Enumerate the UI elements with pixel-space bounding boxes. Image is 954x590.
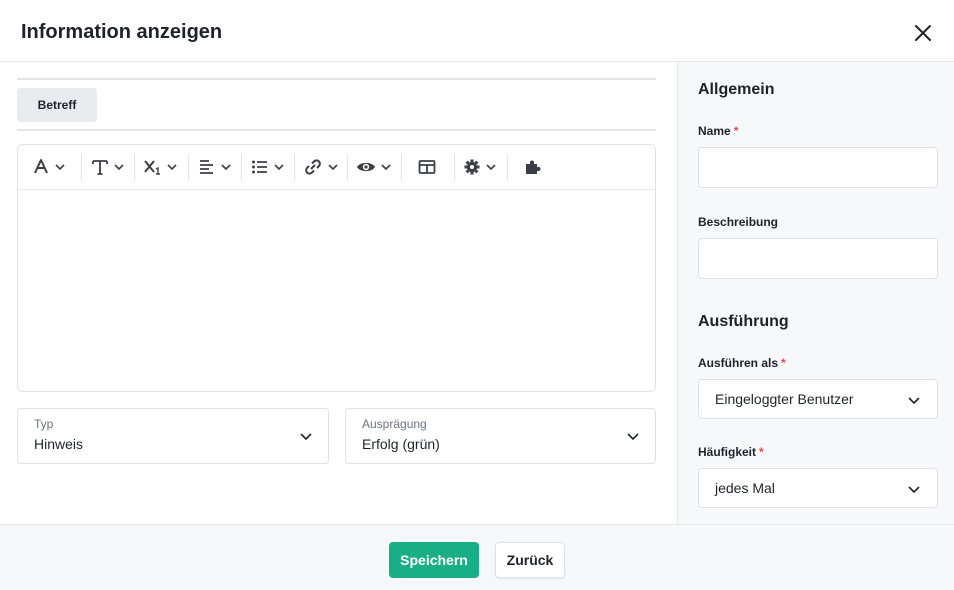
frequency-value: jedes Mal [715,480,775,496]
name-label: Name * [698,124,738,138]
editor-toolbar [18,145,655,190]
font-color-icon [34,159,48,174]
frequency-label-text: Häufigkeit [698,445,757,459]
chevron-down-icon [274,164,284,171]
align-button[interactable] [198,155,232,179]
chevron-down-icon [908,397,920,405]
chevron-down-icon [114,164,124,171]
list-icon [252,160,267,174]
type-select[interactable]: Typ Hinweis [17,408,329,464]
toolbar-separator [454,154,455,181]
back-button[interactable]: Zurück [495,542,565,578]
variant-label: Ausprägung [362,417,427,431]
description-label: Beschreibung [698,215,779,229]
chevron-down-icon [381,164,391,171]
run-as-label: Ausführen als * [698,356,786,370]
settings-sidebar: Allgemein Name * Beschreibung Ausführung … [677,62,954,524]
run-as-value: Eingeloggter Benutzer [715,391,854,407]
chevron-down-icon [221,164,231,171]
text-format-icon [92,160,108,175]
divider [17,129,656,131]
subscript-button[interactable] [144,155,178,179]
table-button[interactable] [418,155,436,179]
variant-select[interactable]: Ausprägung Erfolg (grün) [345,408,656,464]
text-format-button[interactable] [91,155,125,179]
type-label: Typ [34,417,54,431]
toolbar-separator [188,154,189,181]
frequency-select[interactable]: jedes Mal [698,468,938,508]
frequency-label: Häufigkeit * [698,445,764,459]
plugin-button[interactable] [524,155,542,179]
link-icon [305,159,321,175]
required-marker: * [733,124,739,138]
chevron-down-icon [300,433,312,441]
required-marker: * [781,356,786,370]
toolbar-separator [134,154,135,181]
list-button[interactable] [251,155,285,179]
subscript-icon [144,160,160,175]
divider [17,78,656,80]
type-value: Hinweis [34,436,84,452]
preview-button[interactable] [356,155,392,179]
toolbar-separator [347,154,348,181]
toolbar-separator [241,154,242,181]
main-content: Betreff Typ Hinweis Ausprägung Erfolg (g… [0,62,677,524]
font-color-button[interactable] [32,155,66,179]
close-button[interactable] [911,21,935,45]
save-button[interactable]: Speichern [389,542,479,578]
chevron-down-icon [908,486,920,494]
toolbar-separator [401,154,402,181]
name-label-text: Name [698,124,731,138]
subject-button[interactable]: Betreff [17,88,97,122]
dialog-title: Information anzeigen [21,21,223,43]
dialog-footer: Speichern Zurück [0,524,954,590]
align-left-icon [200,160,213,174]
settings-button[interactable] [463,155,497,179]
name-input[interactable] [698,147,938,188]
chevron-down-icon [627,433,639,441]
editor-content-area[interactable] [18,191,655,391]
required-marker: * [759,445,764,459]
variant-value: Erfolg (grün) [362,436,440,452]
toolbar-separator [294,154,295,181]
chevron-down-icon [486,164,496,171]
chevron-down-icon [167,164,177,171]
settings-icon [464,159,480,175]
toolbar-separator [507,154,508,181]
description-input[interactable] [698,238,938,279]
dialog-header: Information anzeigen [0,0,954,62]
chevron-down-icon [328,164,338,171]
general-section-title: Allgemein [698,81,775,98]
rich-text-editor [17,144,656,392]
toolbar-separator [81,154,82,181]
plugin-icon [526,160,541,174]
execution-section-title: Ausführung [698,313,789,330]
table-icon [418,160,436,174]
preview-icon [357,162,375,172]
close-icon [915,25,931,41]
link-button[interactable] [303,155,339,179]
run-as-label-text: Ausführen als [698,356,779,370]
chevron-down-icon [55,164,65,171]
run-as-select[interactable]: Eingeloggter Benutzer [698,379,938,419]
